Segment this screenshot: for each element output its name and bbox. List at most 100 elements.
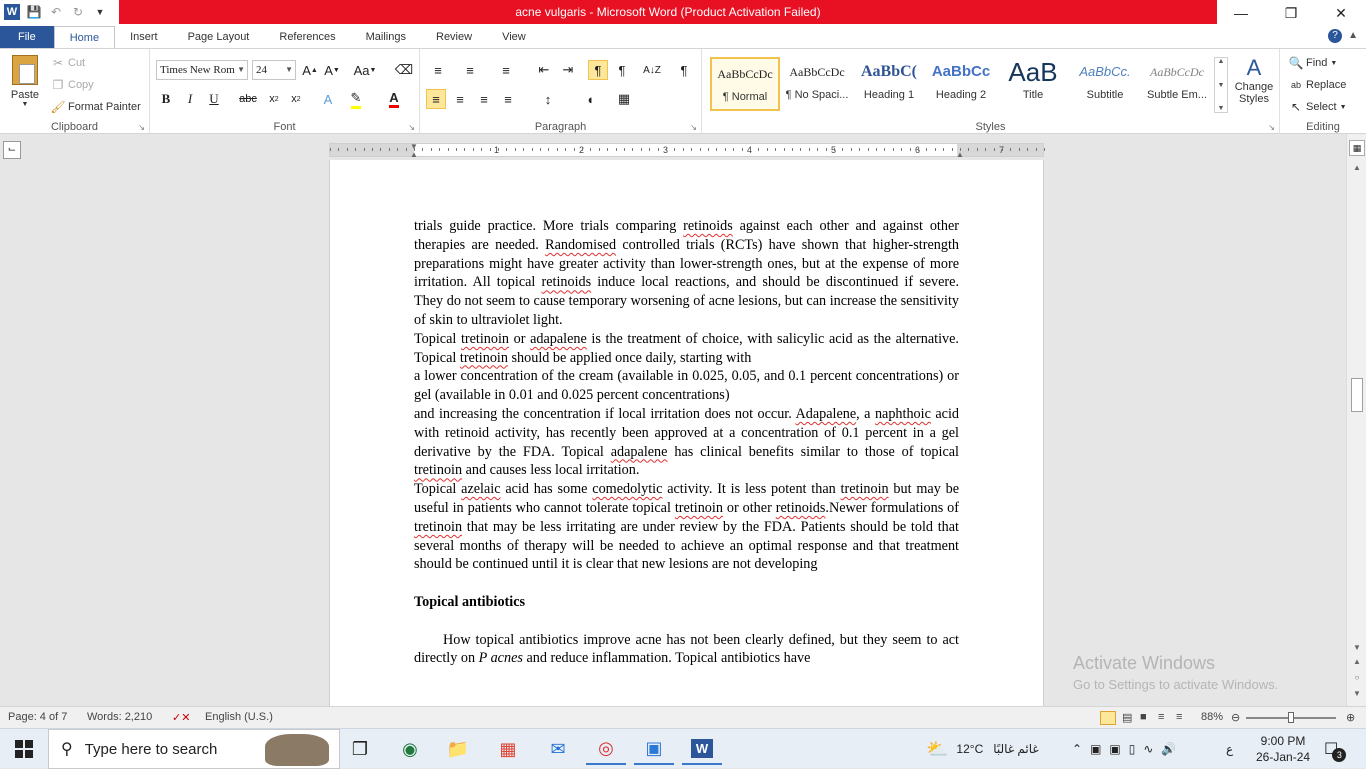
right-to-left-icon[interactable]: ¶ bbox=[612, 60, 632, 80]
font-name-box[interactable]: Times New Rom ▼ bbox=[156, 60, 248, 80]
wifi-icon[interactable]: ∿ bbox=[1143, 742, 1153, 756]
change-case-icon[interactable]: Aa ▼ bbox=[352, 60, 378, 80]
help-icon[interactable]: ? bbox=[1328, 29, 1342, 43]
italic-icon[interactable]: I bbox=[180, 89, 200, 109]
misspelled-word[interactable]: comedolytic bbox=[592, 481, 662, 497]
tab-insert[interactable]: Insert bbox=[115, 26, 173, 48]
word-count[interactable]: Words: 2,210 bbox=[87, 711, 152, 723]
proofing-icon[interactable]: ✓✕ bbox=[172, 711, 190, 724]
style-title[interactable]: AaB Title bbox=[998, 57, 1068, 111]
select-button[interactable]: ↖ Select ▼ bbox=[1288, 99, 1347, 115]
decrease-indent-icon[interactable]: ⇤ bbox=[534, 60, 554, 80]
customize-qat-icon[interactable]: ▼ bbox=[92, 4, 108, 20]
style-no-spacing[interactable]: AaBbCcDc ¶ No Spaci... bbox=[782, 57, 852, 111]
justify-icon[interactable]: ≡ bbox=[498, 89, 518, 109]
language-indicator[interactable]: English (U.S.) bbox=[205, 711, 273, 723]
tab-selector-icon[interactable]: ⌙ bbox=[3, 141, 21, 159]
input-language[interactable]: ع bbox=[1226, 729, 1233, 769]
restore-icon[interactable]: ❐ bbox=[1266, 0, 1316, 26]
misspelled-word[interactable]: adapalene bbox=[530, 331, 587, 347]
misspelled-word[interactable]: retinoids bbox=[542, 274, 592, 290]
previous-page-icon[interactable]: ▲ bbox=[1347, 654, 1366, 670]
style-heading-1[interactable]: AaBbC( Heading 1 bbox=[854, 57, 924, 111]
microsoft-store-icon[interactable]: ▦ bbox=[488, 733, 528, 765]
meet-now-icon[interactable]: ▣ bbox=[1090, 742, 1101, 756]
align-left-icon[interactable]: ≡ bbox=[426, 89, 446, 109]
bold-icon[interactable]: B bbox=[156, 89, 176, 109]
photos-icon[interactable]: ▣ bbox=[634, 733, 674, 765]
tab-review[interactable]: Review bbox=[421, 26, 487, 48]
left-to-right-icon[interactable]: ¶ bbox=[588, 60, 608, 80]
font-color-icon[interactable]: A bbox=[384, 89, 404, 109]
bullets-icon[interactable]: ≡ bbox=[428, 60, 448, 80]
cut-button[interactable]: ✂ Cut bbox=[50, 55, 85, 71]
numbering-icon[interactable]: ≡ bbox=[460, 60, 480, 80]
align-right-icon[interactable]: ≡ bbox=[474, 89, 494, 109]
change-styles-button[interactable]: A Change Styles bbox=[1232, 55, 1276, 105]
paragraph-launcher-icon[interactable]: ↘ bbox=[690, 123, 697, 132]
more-styles-icon[interactable]: ▼ bbox=[1218, 105, 1225, 112]
copy-button[interactable]: ❐ Copy bbox=[50, 77, 94, 93]
underline-icon[interactable]: U bbox=[204, 89, 224, 109]
borders-icon[interactable]: ▦ bbox=[614, 89, 634, 109]
hanging-indent-icon[interactable]: ▲ bbox=[410, 150, 418, 159]
page-count[interactable]: Page: 4 of 7 bbox=[8, 711, 67, 723]
align-center-icon[interactable]: ≡ bbox=[450, 89, 470, 109]
tab-home[interactable]: Home bbox=[53, 26, 116, 48]
word-taskbar-icon[interactable]: W bbox=[682, 733, 722, 765]
close-icon[interactable]: ✕ bbox=[1316, 0, 1366, 26]
notification-center[interactable]: ☐ 3 bbox=[1324, 729, 1352, 769]
horizontal-ruler[interactable]: 1 2 3 4 5 6 7 ▼ ▲ ▲ bbox=[329, 142, 1045, 159]
font-size-box[interactable]: 24 ▼ bbox=[252, 60, 296, 80]
misspelled-word[interactable]: tretinoin bbox=[675, 500, 723, 516]
zoom-slider-thumb[interactable] bbox=[1288, 712, 1294, 723]
misspelled-word[interactable]: azelaic bbox=[461, 481, 500, 497]
misspelled-word[interactable]: tretinoin bbox=[460, 350, 508, 366]
undo-icon[interactable]: ↶ bbox=[48, 4, 64, 20]
chevron-up-icon[interactable]: ▲ bbox=[1218, 58, 1225, 65]
misspelled-word[interactable]: adapalene bbox=[611, 444, 668, 460]
browse-object-icon[interactable]: ○ bbox=[1347, 670, 1366, 686]
scroll-thumb[interactable] bbox=[1351, 378, 1363, 412]
file-explorer-icon[interactable]: 📁 bbox=[438, 733, 478, 765]
full-screen-reading-icon[interactable]: ▤ bbox=[1122, 711, 1132, 724]
styles-scroll[interactable]: ▲ ▼ ▼ bbox=[1214, 57, 1228, 113]
save-icon[interactable]: 💾 bbox=[26, 4, 42, 20]
web-layout-icon[interactable]: ■ bbox=[1140, 711, 1147, 723]
taskbar-search[interactable]: ⚲ Type here to search bbox=[48, 729, 340, 769]
misspelled-word[interactable]: tretinoin bbox=[414, 462, 462, 478]
mail-icon[interactable]: ✉ bbox=[538, 733, 578, 765]
word-app-icon[interactable]: W bbox=[4, 4, 20, 20]
clear-formatting-icon[interactable]: ⌫ bbox=[394, 60, 414, 80]
next-page-icon[interactable]: ▼ bbox=[1347, 686, 1366, 702]
weather-widget[interactable]: ⛅ 12°C غائم غالبًا bbox=[926, 729, 1039, 769]
show-formatting-marks-icon[interactable]: ¶ bbox=[674, 60, 694, 80]
start-button[interactable] bbox=[0, 729, 48, 769]
battery-icon[interactable]: ▯ bbox=[1129, 742, 1136, 756]
zoom-level[interactable]: 88% bbox=[1201, 711, 1223, 723]
superscript-icon[interactable]: x2 bbox=[286, 89, 306, 109]
shrink-font-icon[interactable]: A ▼ bbox=[322, 60, 342, 80]
ribbon-minimize-icon[interactable]: ▲ bbox=[1348, 30, 1358, 41]
screen-capture-icon[interactable]: ▣ bbox=[1109, 742, 1120, 756]
clipboard-launcher-icon[interactable]: ↘ bbox=[138, 123, 145, 132]
text-effects-icon[interactable]: A bbox=[318, 89, 338, 109]
draft-icon[interactable]: ≡ bbox=[1176, 711, 1182, 723]
minimize-icon[interactable]: — bbox=[1216, 0, 1266, 26]
sort-icon[interactable]: A↓Z bbox=[642, 60, 662, 80]
tab-references[interactable]: References bbox=[264, 26, 350, 48]
multilevel-list-icon[interactable]: ≡ bbox=[496, 60, 516, 80]
misspelled-word[interactable]: retinoids bbox=[776, 500, 826, 516]
style-heading-2[interactable]: AaBbCc Heading 2 bbox=[926, 57, 996, 111]
misspelled-word[interactable]: Adapalene bbox=[795, 406, 856, 422]
tab-page-layout[interactable]: Page Layout bbox=[173, 26, 265, 48]
format-painter-button[interactable]: 🖌 Format Painter bbox=[50, 99, 140, 115]
tab-view[interactable]: View bbox=[487, 26, 541, 48]
misspelled-word[interactable]: naphthoic bbox=[875, 406, 931, 422]
style-subtle-emphasis[interactable]: AaBbCcDc Subtle Em... bbox=[1142, 57, 1212, 111]
subscript-icon[interactable]: x2 bbox=[264, 89, 284, 109]
highlight-icon[interactable]: ✎ bbox=[346, 89, 366, 109]
outline-icon[interactable]: ≡ bbox=[1158, 711, 1164, 723]
scroll-up-icon[interactable]: ▲ bbox=[1347, 160, 1366, 176]
line-spacing-icon[interactable]: ↕ bbox=[538, 89, 558, 109]
